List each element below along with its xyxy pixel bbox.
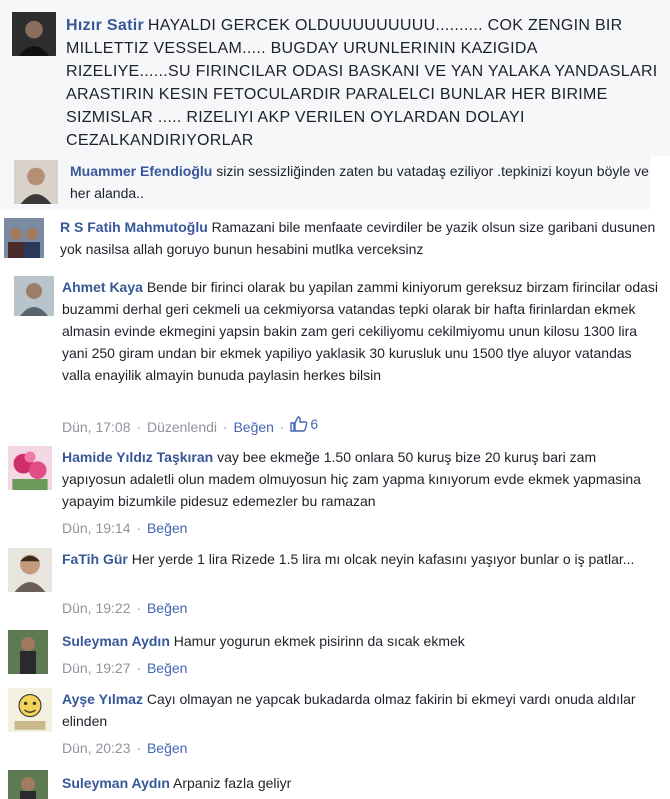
avatar[interactable] <box>8 446 52 490</box>
profile-photo-man-icon <box>8 548 52 592</box>
comment-time[interactable]: Dün, 19:27 <box>62 660 131 676</box>
profile-photo-cartoon-icon <box>8 688 52 732</box>
like-button[interactable]: Beğen <box>147 740 187 756</box>
avatar[interactable] <box>8 770 48 799</box>
profile-photo-man-icon <box>8 770 48 799</box>
commenter-name[interactable]: Hızır Satir <box>66 17 144 34</box>
comment-meta: Dün, 17:08 · Düzenlendi · Beğen · 6 <box>62 416 318 435</box>
comment-text: Bende bir firinci olarak bu yapilan zamm… <box>62 279 659 383</box>
separator: · <box>279 419 285 435</box>
comment: R S Fatih Mahmutoğlu Ramazani bile menfa… <box>4 216 664 268</box>
commenter-name[interactable]: Suleyman Aydın <box>62 775 170 791</box>
comment-time[interactable]: Dün, 20:23 <box>62 740 131 756</box>
separator: · <box>136 600 142 616</box>
like-button[interactable]: Beğen <box>147 520 187 536</box>
comment-meta: Dün, 19:27 · Beğen <box>62 660 187 676</box>
comment-text: Her yerde 1 lira Rizede 1.5 lira mı olca… <box>131 551 635 567</box>
avatar[interactable] <box>14 276 54 316</box>
like-count-value: 6 <box>310 416 319 432</box>
comment-text: Arpaniz fazla geliyr <box>173 775 292 791</box>
comment-time[interactable]: Dün, 19:14 <box>62 520 131 536</box>
avatar[interactable] <box>12 12 56 56</box>
profile-photo-man-icon <box>12 12 56 56</box>
separator: · <box>136 419 142 435</box>
edited-label[interactable]: Düzenlendi <box>147 419 217 435</box>
comment: FaTih Gür Her yerde 1 lira Rizede 1.5 li… <box>8 548 664 624</box>
profile-photo-flowers-icon <box>8 446 52 490</box>
comment-time[interactable]: Dün, 19:22 <box>62 600 131 616</box>
like-count[interactable]: 6 <box>290 416 318 432</box>
commenter-name[interactable]: Ayşe Yılmaz <box>62 691 143 707</box>
separator: · <box>136 740 142 756</box>
profile-photo-people-icon <box>4 218 44 258</box>
comment-time[interactable]: Dün, 17:08 <box>62 419 131 435</box>
comment-thread: Hızır Satir HAYALDI GERCEK OLDUUUUUUUUU.… <box>0 0 670 799</box>
comment: Muammer Efendioğlu sizin sessizliğinden … <box>14 160 654 208</box>
commenter-name[interactable]: R S Fatih Mahmutoğlu <box>60 219 208 235</box>
avatar[interactable] <box>4 218 44 258</box>
commenter-name[interactable]: Hamide Yıldız Taşkıran <box>62 449 213 465</box>
thumbs-up-icon <box>290 416 308 432</box>
comment-text: Hamur yogurun ekmek pisirinn da sıcak ek… <box>173 633 465 649</box>
comment: Ayşe Yılmaz Cayı olmayan ne yapcak bukad… <box>8 688 664 764</box>
like-button[interactable]: Beğen <box>147 660 187 676</box>
comment: Ahmet Kaya Bende bir firinci olarak bu y… <box>14 276 664 440</box>
separator: · <box>136 660 142 676</box>
comment: Hızır Satir HAYALDI GERCEK OLDUUUUUUUUU.… <box>12 12 662 152</box>
separator: · <box>136 520 142 536</box>
comment-text: HAYALDI GERCEK OLDUUUUUUUUU.......... CO… <box>66 17 658 149</box>
commenter-name[interactable]: Muammer Efendioğlu <box>70 163 212 179</box>
profile-photo-man-icon <box>8 630 48 674</box>
commenter-name[interactable]: Suleyman Aydın <box>62 633 170 649</box>
commenter-name[interactable]: Ahmet Kaya <box>62 279 143 295</box>
comment: Suleyman Aydın Hamur yogurun ekmek pisir… <box>8 630 664 682</box>
like-button[interactable]: Beğen <box>147 600 187 616</box>
separator: · <box>222 419 228 435</box>
comment-meta: Dün, 20:23 · Beğen <box>62 740 187 756</box>
comment: Suleyman Aydın Arpaniz fazla geliyr <box>8 770 664 799</box>
like-button[interactable]: Beğen <box>233 419 273 435</box>
profile-photo-man-icon <box>14 276 54 316</box>
commenter-name[interactable]: FaTih Gür <box>62 551 128 567</box>
comment-meta: Dün, 19:22 · Beğen <box>62 600 187 616</box>
comment: Hamide Yıldız Taşkıran vay bee ekmeğe 1.… <box>8 446 664 542</box>
avatar[interactable] <box>8 630 48 674</box>
avatar[interactable] <box>8 688 52 732</box>
avatar[interactable] <box>14 160 58 204</box>
profile-photo-man-icon <box>14 160 58 204</box>
avatar[interactable] <box>8 548 52 592</box>
comment-text: Cayı olmayan ne yapcak bukadarda olmaz f… <box>62 691 636 729</box>
comment-meta: Dün, 19:14 · Beğen <box>62 520 187 536</box>
